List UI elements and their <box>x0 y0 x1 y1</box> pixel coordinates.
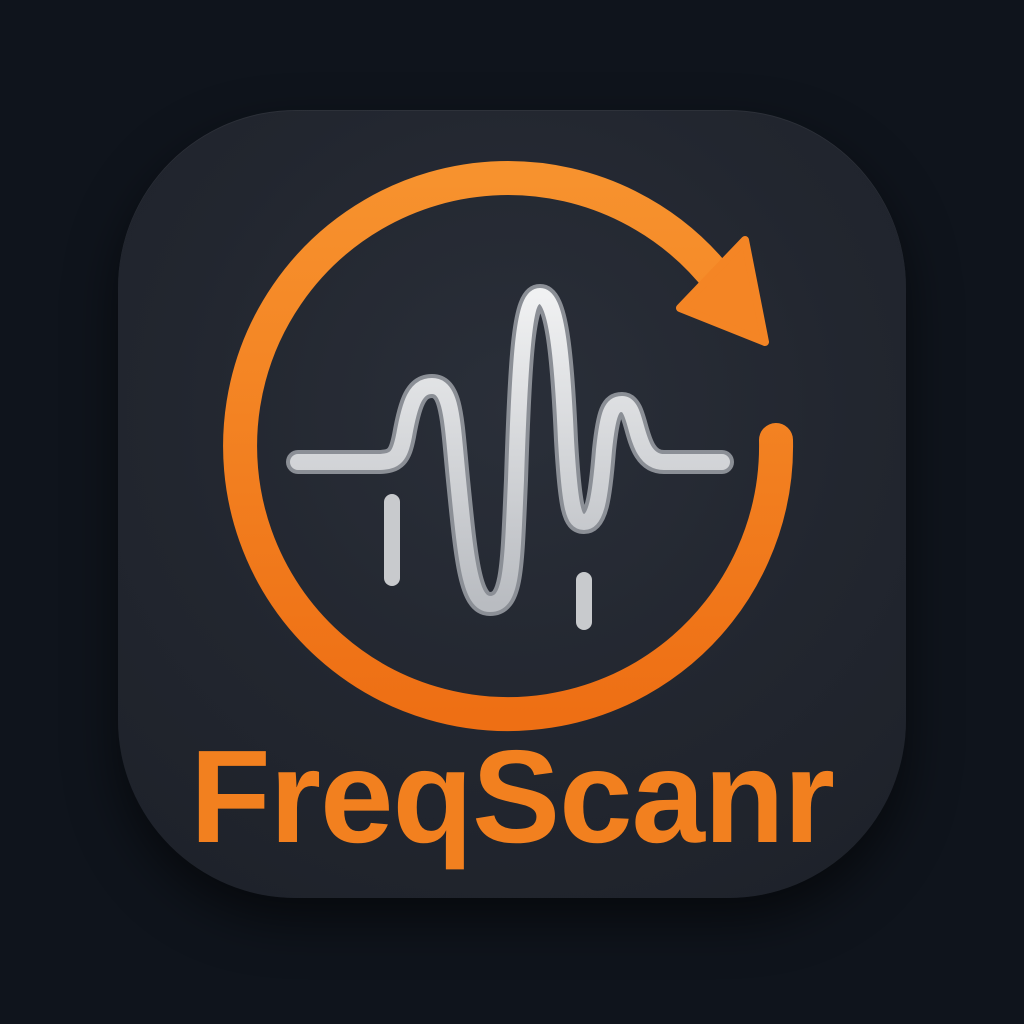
waveform-icon <box>286 284 734 630</box>
app-name-label: FreqScanr <box>190 723 835 870</box>
